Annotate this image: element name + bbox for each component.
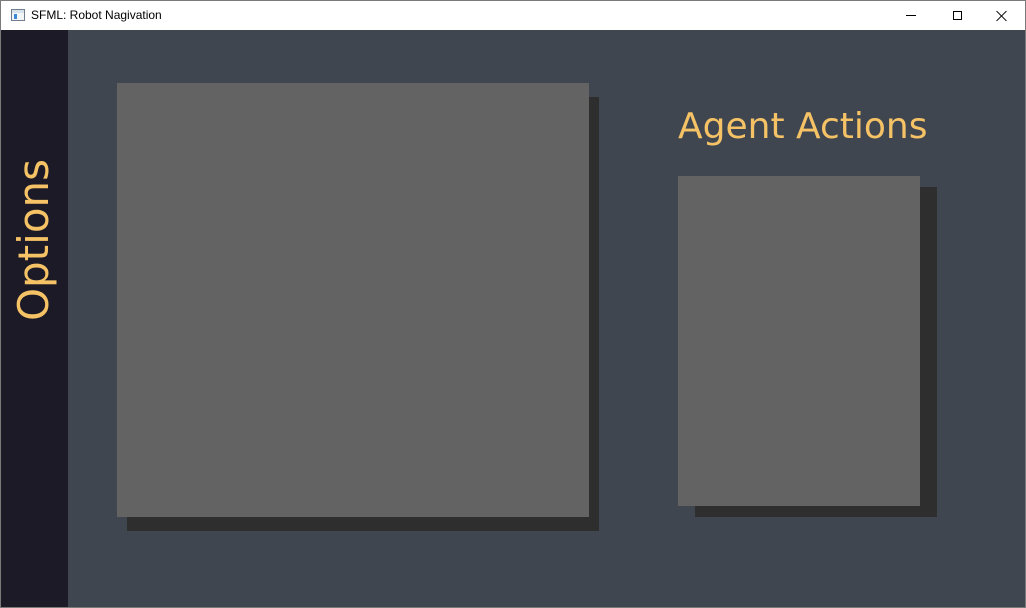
maximize-button[interactable] xyxy=(934,1,980,30)
agent-actions-title: Agent Actions xyxy=(678,106,928,147)
app-window-icon xyxy=(11,9,25,21)
navigation-grid-panel[interactable] xyxy=(117,83,589,517)
minimize-button[interactable] xyxy=(888,1,934,30)
window-title: SFML: Robot Nagivation xyxy=(31,8,162,22)
minimize-icon xyxy=(906,15,916,16)
maximize-icon xyxy=(952,11,962,20)
title-bar[interactable]: SFML: Robot Nagivation xyxy=(1,0,1025,30)
agent-actions-panel[interactable] xyxy=(678,176,920,506)
options-label[interactable]: Options xyxy=(9,159,58,321)
app-window: SFML: Robot Nagivation Options Agent Act… xyxy=(0,0,1026,608)
options-sidebar[interactable]: Options xyxy=(1,30,68,607)
close-button[interactable] xyxy=(979,1,1025,30)
close-icon xyxy=(996,10,1008,22)
